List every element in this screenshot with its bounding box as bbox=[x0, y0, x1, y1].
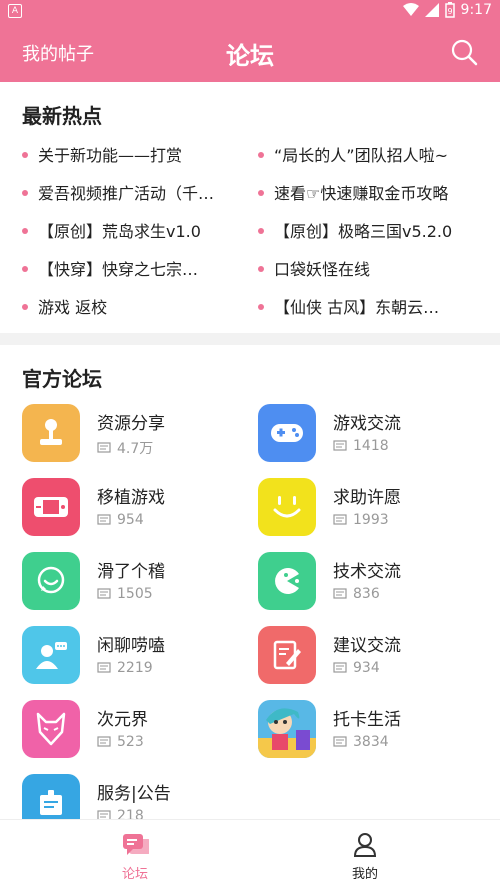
forum-post-count: 523 bbox=[97, 734, 144, 750]
forum-name: 闲聊唠嗑 bbox=[97, 636, 165, 656]
forum-name: 技术交流 bbox=[333, 562, 401, 582]
status-time: 9:17 bbox=[460, 2, 492, 18]
chat-bubble-icon bbox=[22, 552, 80, 610]
hot-item[interactable]: 【原创】极略三国v5.2.0 bbox=[258, 218, 493, 242]
hot-item[interactable]: 速看☞快速赚取金币攻略 bbox=[258, 180, 493, 204]
search-icon[interactable] bbox=[450, 38, 478, 66]
notification-icon: A bbox=[8, 4, 22, 18]
comment-icon bbox=[333, 662, 347, 673]
people-chat-icon bbox=[22, 626, 80, 684]
forum-suggestions[interactable]: 建议交流 934 bbox=[258, 626, 488, 690]
forum-tech-exchange[interactable]: 技术交流 836 bbox=[258, 552, 488, 616]
forum-post-count: 836 bbox=[333, 586, 380, 602]
svg-text:9: 9 bbox=[447, 7, 452, 16]
user-icon bbox=[353, 833, 377, 857]
hot-item[interactable]: “局长的人”团队招人啦~ bbox=[258, 142, 493, 166]
fox-mask-icon bbox=[22, 700, 80, 758]
section-divider bbox=[0, 333, 500, 345]
forum-anime[interactable]: 次元界 523 bbox=[22, 700, 252, 764]
app-bar: 我的帖子 论坛 bbox=[0, 22, 500, 82]
status-bar: A 9 9:17 bbox=[0, 0, 500, 22]
signal-icon bbox=[424, 3, 439, 17]
forum-chat[interactable]: 闲聊唠嗑 2219 bbox=[22, 626, 252, 690]
forum-post-count: 1505 bbox=[97, 586, 153, 602]
forum-toca-life[interactable]: 托卡生活 3834 bbox=[258, 700, 488, 764]
smile-icon bbox=[258, 478, 316, 536]
page-title: 论坛 bbox=[226, 42, 274, 70]
battery-icon: 9 bbox=[444, 2, 455, 18]
hot-item[interactable]: 游戏 返校 bbox=[22, 294, 247, 318]
hot-item[interactable]: 【快穿】快穿之七宗… bbox=[22, 256, 247, 280]
comment-icon bbox=[97, 442, 111, 453]
forum-post-count: 3834 bbox=[333, 734, 389, 750]
comment-icon bbox=[97, 588, 111, 599]
nav-forum-label: 论坛 bbox=[121, 867, 148, 882]
forum-name: 求助许愿 bbox=[333, 488, 401, 508]
forum-game-exchange[interactable]: 游戏交流 1418 bbox=[258, 404, 488, 468]
forum-name: 移植游戏 bbox=[97, 488, 165, 508]
comment-icon bbox=[333, 736, 347, 747]
comment-icon bbox=[333, 440, 347, 451]
nav-mine-label: 我的 bbox=[351, 867, 378, 882]
forum-ported-games[interactable]: 移植游戏 954 bbox=[22, 478, 252, 542]
comment-icon bbox=[333, 588, 347, 599]
forum-name: 建议交流 bbox=[333, 636, 401, 656]
hot-item[interactable]: 【原创】荒岛求生v1.0 bbox=[22, 218, 247, 242]
joystick-icon bbox=[22, 404, 80, 462]
forum-post-count: 1418 bbox=[333, 438, 389, 454]
forum-chat-icon bbox=[123, 834, 149, 855]
forum-name: 次元界 bbox=[97, 710, 148, 730]
status-icons: 9 9:17 bbox=[402, 2, 492, 18]
nav-forum-tab[interactable]: 论坛 bbox=[75, 820, 195, 890]
forum-funny[interactable]: 滑了个稽 1505 bbox=[22, 552, 252, 616]
edit-note-icon bbox=[258, 626, 316, 684]
hot-section-title: 最新热点 bbox=[22, 104, 102, 128]
comment-icon bbox=[97, 662, 111, 673]
comment-icon bbox=[97, 514, 111, 525]
nav-mine-tab[interactable]: 我的 bbox=[305, 820, 425, 890]
forum-post-count: 1993 bbox=[333, 512, 389, 528]
hot-item[interactable]: 口袋妖怪在线 bbox=[258, 256, 493, 280]
hot-item[interactable]: 爱吾视频推广活动（千… bbox=[22, 180, 247, 204]
handheld-console-icon bbox=[22, 478, 80, 536]
wifi-icon bbox=[402, 3, 419, 16]
forum-name: 资源分享 bbox=[97, 414, 165, 434]
gamepad-icon bbox=[258, 404, 316, 462]
forum-post-count: 954 bbox=[97, 512, 144, 528]
forum-help-wish[interactable]: 求助许愿 1993 bbox=[258, 478, 488, 542]
toca-life-image bbox=[258, 700, 316, 758]
forum-name: 服务|公告 bbox=[97, 784, 171, 804]
forum-post-count: 934 bbox=[333, 660, 380, 676]
comment-icon bbox=[333, 514, 347, 525]
hot-item[interactable]: 【仙侠 古风】东朝云… bbox=[258, 294, 493, 318]
hot-item[interactable]: 关于新功能——打赏 bbox=[22, 142, 247, 166]
forum-name: 游戏交流 bbox=[333, 414, 401, 434]
comment-icon bbox=[97, 736, 111, 747]
forum-resource-share[interactable]: 资源分享 4.7万 bbox=[22, 404, 252, 468]
forum-name: 滑了个稽 bbox=[97, 562, 165, 582]
forum-name: 托卡生活 bbox=[333, 710, 401, 730]
official-section-title: 官方论坛 bbox=[22, 367, 102, 391]
forum-post-count: 2219 bbox=[97, 660, 153, 676]
pacman-icon bbox=[258, 552, 316, 610]
forum-post-count: 4.7万 bbox=[97, 438, 153, 458]
bottom-navigation: 论坛 我的 bbox=[0, 819, 500, 890]
